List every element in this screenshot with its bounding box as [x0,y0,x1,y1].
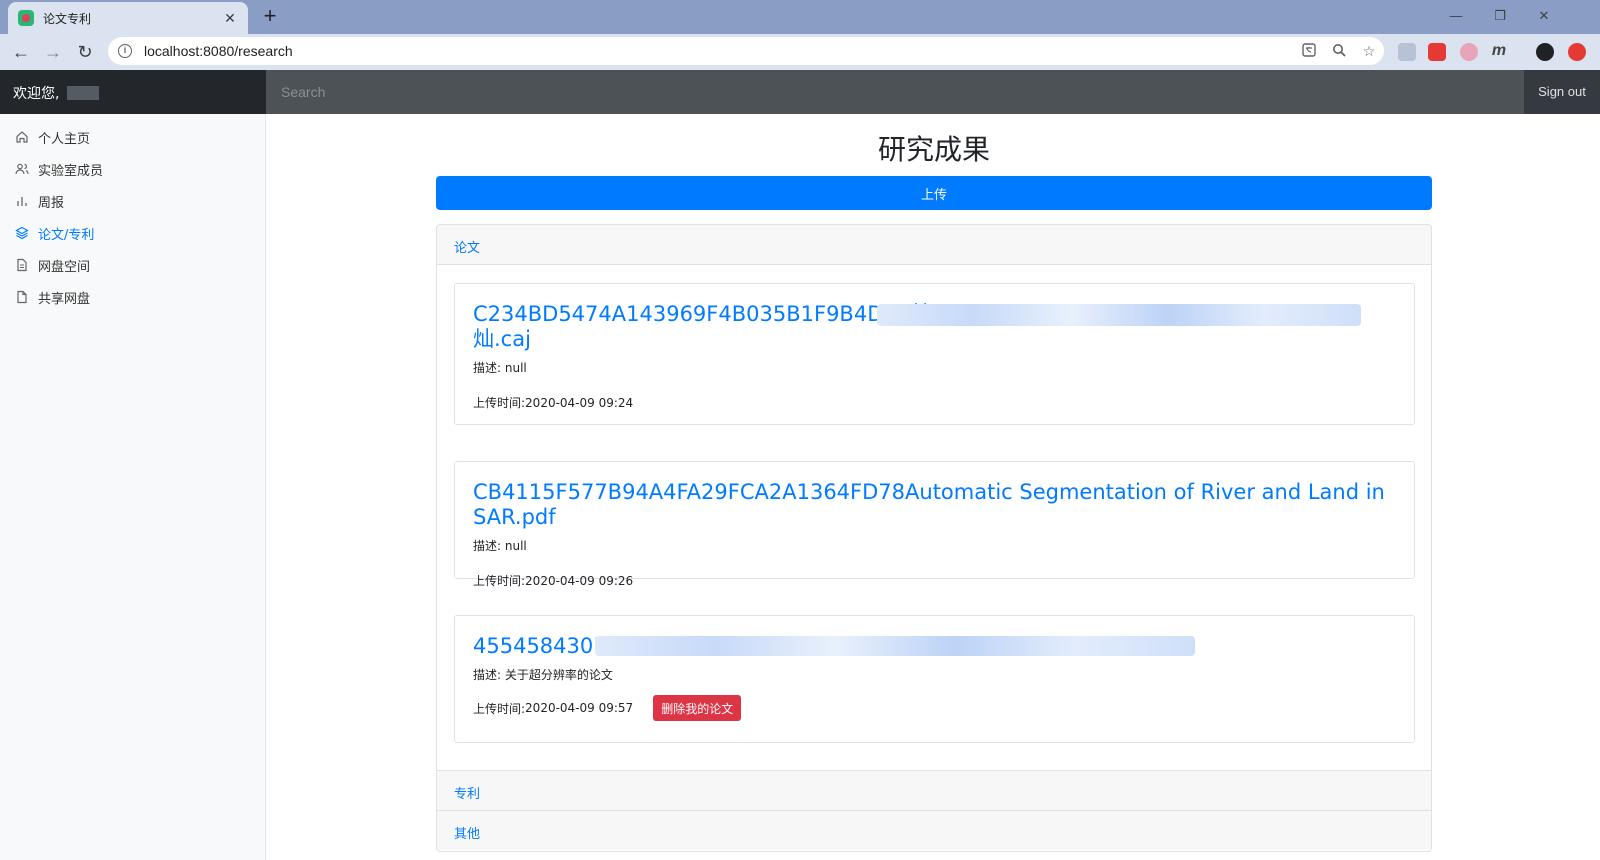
site-info-icon[interactable]: i [118,44,132,58]
browser-tab[interactable]: 论文专利 ✕ [8,2,248,34]
sidebar-item-label: 共享网盘 [38,291,91,307]
papers-list: C234BD5474A143969F4B035B1F9B4DE9基 灿.caj … [437,265,1431,770]
welcome-text: 欢迎您, [13,86,60,102]
extension-icon[interactable] [1460,43,1478,61]
desc-value: null [504,539,527,553]
sidebar-item-label: 实验室成员 [38,163,104,179]
paper-upload-time: 上传时间: 2020-04-09 09:24 [473,394,1396,411]
paper-title-link[interactable]: C234BD5474A143969F4B035B1F9B4DE9基 灿.caj [473,302,1396,352]
paper-title-link[interactable]: CB4115F577B94A4FA29FCA2A1364FD78Automati… [473,480,1396,530]
paper-title-text: C234BD5474A143969F4B035B1F9B4DE9基 [473,302,932,326]
delete-paper-button[interactable]: 删除我的论文 [653,695,742,721]
app-navbar: 欢迎您, Sign out [0,70,1600,114]
minimize-icon[interactable]: — [1436,4,1476,28]
desc-value: 关于超分辨率的论文 [504,668,613,682]
sidebar: 个人主页 实验室成员 周报 论文/专利 网盘空间 共享网盘 [0,114,266,860]
page-title: 研究成果 [877,133,990,166]
time-label: 上传时间: [473,701,526,716]
favicon-icon [18,10,34,26]
layers-icon [14,225,30,241]
paper-upload-time: 上传时间: 2020-04-09 09:26 [473,572,1396,589]
browser-tab-bar: 论文专利 ✕ + — ❐ ✕ [0,0,1600,34]
welcome-brand[interactable]: 欢迎您, [0,70,266,114]
tab-close-icon[interactable]: ✕ [222,10,238,26]
desc-label: 描述: [473,361,505,375]
sign-out-link[interactable]: Sign out [1524,70,1600,114]
upload-button[interactable]: 上传 [436,176,1432,210]
paper-card: C234BD5474A143969F4B035B1F9B4DE9基 灿.caj … [454,283,1415,425]
section-header-other[interactable]: 其他 [437,810,1431,850]
close-window-icon[interactable]: ✕ [1524,4,1564,28]
url-text[interactable]: localhost:8080/research [144,43,1294,59]
tab-title: 论文专利 [43,11,92,26]
desc-value: null [504,361,527,375]
sidebar-item-disk[interactable]: 网盘空间 [0,249,265,281]
paper-description: 描述: null [473,359,1396,376]
redacted-title-segment [595,636,1195,656]
desc-label: 描述: [473,668,505,682]
extension-icon[interactable] [1428,43,1446,61]
zoom-icon[interactable] [1324,43,1354,60]
profile-avatar-icon[interactable] [1536,43,1554,61]
sidebar-item-shared-disk[interactable]: 共享网盘 [0,281,265,313]
time-value: 2020-04-09 09:24 [525,395,634,410]
sidebar-item-label: 个人主页 [38,131,91,147]
desc-label: 描述: [473,539,505,553]
paper-upload-time: 上传时间: 2020-04-09 09:57 删除我的论文 [473,695,1396,721]
search-input[interactable] [266,70,1524,114]
time-value: 2020-04-09 09:26 [525,573,634,588]
browser-toolbar: ← → ↻ i localhost:8080/research ☆ m [0,34,1600,70]
home-icon [14,129,30,145]
time-label: 上传时间: [473,574,526,588]
sidebar-item-label: 论文/专利 [38,227,95,243]
sidebar-item-label: 网盘空间 [38,259,91,275]
forward-icon[interactable]: → [40,40,66,66]
paper-title-tail: 灿.caj [473,327,531,351]
sidebar-item-weekly[interactable]: 周报 [0,185,265,217]
address-bar[interactable]: i localhost:8080/research ☆ [108,37,1384,65]
reload-icon[interactable]: ↻ [72,40,98,66]
restore-icon[interactable]: ❐ [1480,4,1520,28]
extension-icon[interactable] [1398,43,1416,61]
update-icon[interactable] [1568,43,1586,61]
users-icon [14,161,30,177]
paper-description: 描述: 关于超分辨率的论文 [473,666,1396,683]
sidebar-item-label: 周报 [38,195,65,211]
file-text-icon [14,257,30,273]
sidebar-item-papers[interactable]: 论文/专利 [0,217,265,249]
bookmark-star-icon[interactable]: ☆ [1354,43,1384,60]
section-header-patents[interactable]: 专利 [437,770,1431,810]
paper-description: 描述: null [473,537,1396,554]
research-accordion: 论文 C234BD5474A143969F4B035B1F9B4DE9基 灿.c… [436,224,1432,852]
paper-card: CB4115F577B94A4FA29FCA2A1364FD78Automati… [454,461,1415,588]
extension-m-icon[interactable]: m [1490,43,1508,61]
time-label: 上传时间: [473,396,526,410]
paper-title-link[interactable]: 455458430F [473,634,1396,659]
paper-card: 455458430F 描述: 关于超分辨率的论文 上传时间: 2020-04-0… [454,615,1415,743]
paper-title-text: 455458430F [473,634,606,658]
sidebar-item-home[interactable]: 个人主页 [0,121,265,153]
redacted-title-segment [877,304,1361,326]
section-header-papers[interactable]: 论文 [437,225,1431,265]
new-tab-button[interactable]: + [258,5,282,29]
paper-title-text: CB4115F577B94A4FA29FCA2A1364FD78Automati… [473,480,1385,529]
translate-icon[interactable] [1294,42,1324,60]
sidebar-item-members[interactable]: 实验室成员 [0,153,265,185]
back-icon[interactable]: ← [8,40,34,66]
time-value: 2020-04-09 09:57 [525,701,634,715]
file-icon [14,289,30,305]
redacted-username [67,86,100,100]
bar-chart-icon [14,193,30,209]
